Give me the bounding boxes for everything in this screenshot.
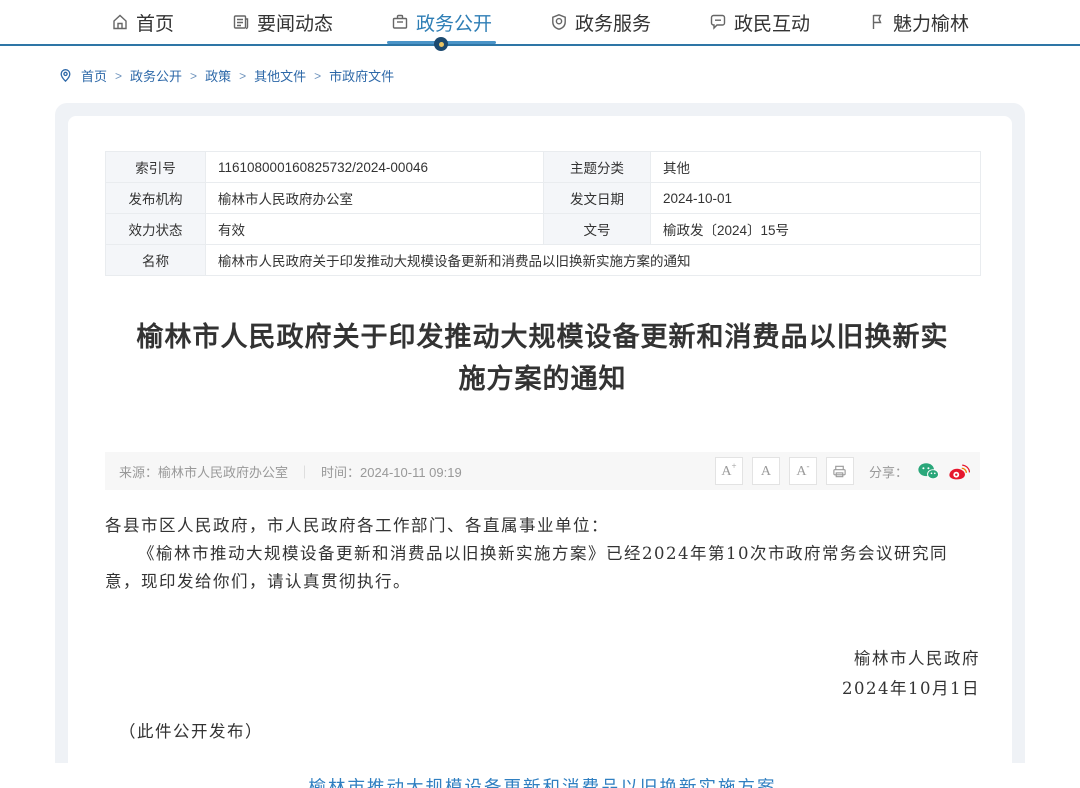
breadcrumb-separator: > xyxy=(190,69,197,83)
body-paragraph-main: 《榆林市推动大规模设备更新和消费品以旧换新实施方案》已经2024年第10次市政府… xyxy=(105,540,980,596)
breadcrumb-separator: > xyxy=(239,69,246,83)
public-release-note: （此件公开发布） xyxy=(105,718,980,742)
article-meta-bar: 来源：榆林市人民政府办公室 ｜ 时间：2024-10-11 09:19 A+ A… xyxy=(105,452,980,490)
breadcrumb: 首页 > 政务公开 > 政策 > 其他文件 > 市政府文件 xyxy=(0,46,1080,99)
time-label: 时间：2024-10-11 09:19 xyxy=(321,462,462,481)
font-increase-button[interactable]: A+ xyxy=(715,457,743,485)
chat-icon xyxy=(709,13,727,31)
print-button[interactable] xyxy=(826,457,854,485)
signature-date: 2024年10月1日 xyxy=(105,674,980,704)
home-icon xyxy=(111,13,129,31)
page-title: 榆林市人民政府关于印发推动大规模设备更新和消费品以旧换新实施方案的通知 xyxy=(133,316,953,400)
meta-value-doc-number: 榆政发〔2024〕15号 xyxy=(651,214,981,245)
font-decrease-button[interactable]: A- xyxy=(789,457,817,485)
share-label: 分享： xyxy=(869,462,908,481)
top-nav: 首页 要闻动态 政务公开 政务服务 政民互动 魅力榆林 xyxy=(0,0,1080,44)
signature-block: 榆林市人民政府 2024年10月1日 xyxy=(105,644,980,704)
meta-label-index-number: 索引号 xyxy=(106,152,206,183)
breadcrumb-separator: > xyxy=(115,69,122,83)
meta-label-validity-status: 效力状态 xyxy=(106,214,206,245)
wechat-share-icon[interactable] xyxy=(917,462,939,481)
signature-organization: 榆林市人民政府 xyxy=(105,644,980,674)
breadcrumb-item-home[interactable]: 首页 xyxy=(81,66,107,85)
nav-item-label: 魅力榆林 xyxy=(893,9,969,36)
nav-item-label: 政务服务 xyxy=(575,9,651,36)
attachment-link-wrapper: 榆林市推动大规模设备更新和消费品以旧换新实施方案 xyxy=(105,774,980,788)
meta-value-title: 榆林市人民政府关于印发推动大规模设备更新和消费品以旧换新实施方案的通知 xyxy=(206,245,981,276)
nav-item-gov-disclosure[interactable]: 政务公开 xyxy=(391,0,492,44)
breadcrumb-item-other-docs[interactable]: 其他文件 xyxy=(254,66,306,85)
document-meta-table: 索引号 116108000160825732/2024-00046 主题分类 其… xyxy=(105,151,981,276)
meta-value-issuing-agency: 榆林市人民政府办公室 xyxy=(206,183,544,214)
location-icon xyxy=(58,68,73,83)
content-panel: 索引号 116108000160825732/2024-00046 主题分类 其… xyxy=(55,103,1025,763)
breadcrumb-item-gov-disclosure[interactable]: 政务公开 xyxy=(130,66,182,85)
weibo-share-icon[interactable] xyxy=(948,462,970,481)
nav-item-home[interactable]: 首页 xyxy=(111,0,174,44)
meta-label-doc-number: 文号 xyxy=(544,214,651,245)
attachment-link[interactable]: 榆林市推动大规模设备更新和消费品以旧换新实施方案 xyxy=(309,778,777,788)
nav-item-label: 要闻动态 xyxy=(257,9,333,36)
active-tab-indicator-dot xyxy=(434,37,448,51)
font-reset-button[interactable]: A xyxy=(752,457,780,485)
briefcase-icon xyxy=(391,13,409,31)
meta-value-issue-date: 2024-10-01 xyxy=(651,183,981,214)
divider-pipe: ｜ xyxy=(298,462,311,481)
meta-label-topic-category: 主题分类 xyxy=(544,152,651,183)
nav-item-label: 首页 xyxy=(136,9,174,36)
document-card: 索引号 116108000160825732/2024-00046 主题分类 其… xyxy=(68,116,1012,763)
meta-label-issue-date: 发文日期 xyxy=(544,183,651,214)
source-label: 来源：榆林市人民政府办公室 xyxy=(119,462,288,481)
table-row: 发布机构 榆林市人民政府办公室 发文日期 2024-10-01 xyxy=(106,183,981,214)
document-body: 各县市区人民政府，市人民政府各工作部门、各直属事业单位： 《榆林市推动大规模设备… xyxy=(105,512,980,596)
meta-value-validity-status: 有效 xyxy=(206,214,544,245)
news-icon xyxy=(232,13,250,31)
table-row: 名称 榆林市人民政府关于印发推动大规模设备更新和消费品以旧换新实施方案的通知 xyxy=(106,245,981,276)
breadcrumb-item-city-gov-docs[interactable]: 市政府文件 xyxy=(329,66,394,85)
print-icon xyxy=(832,464,847,479)
breadcrumb-separator: > xyxy=(314,69,321,83)
nav-item-news[interactable]: 要闻动态 xyxy=(232,0,333,44)
breadcrumb-item-policy[interactable]: 政策 xyxy=(205,66,231,85)
meta-label-title: 名称 xyxy=(106,245,206,276)
nav-item-label: 政务公开 xyxy=(416,9,492,36)
body-paragraph-salutation: 各县市区人民政府，市人民政府各工作部门、各直属事业单位： xyxy=(105,512,980,540)
nav-item-label: 政民互动 xyxy=(734,9,810,36)
badge-icon xyxy=(550,13,568,31)
meta-value-topic-category: 其他 xyxy=(651,152,981,183)
nav-item-public-interaction[interactable]: 政民互动 xyxy=(709,0,810,44)
meta-value-index-number: 116108000160825732/2024-00046 xyxy=(206,152,544,183)
nav-item-gov-services[interactable]: 政务服务 xyxy=(550,0,651,44)
flag-icon xyxy=(868,13,886,31)
table-row: 索引号 116108000160825732/2024-00046 主题分类 其… xyxy=(106,152,981,183)
table-row: 效力状态 有效 文号 榆政发〔2024〕15号 xyxy=(106,214,981,245)
nav-item-charming-yulin[interactable]: 魅力榆林 xyxy=(868,0,969,44)
meta-label-issuing-agency: 发布机构 xyxy=(106,183,206,214)
